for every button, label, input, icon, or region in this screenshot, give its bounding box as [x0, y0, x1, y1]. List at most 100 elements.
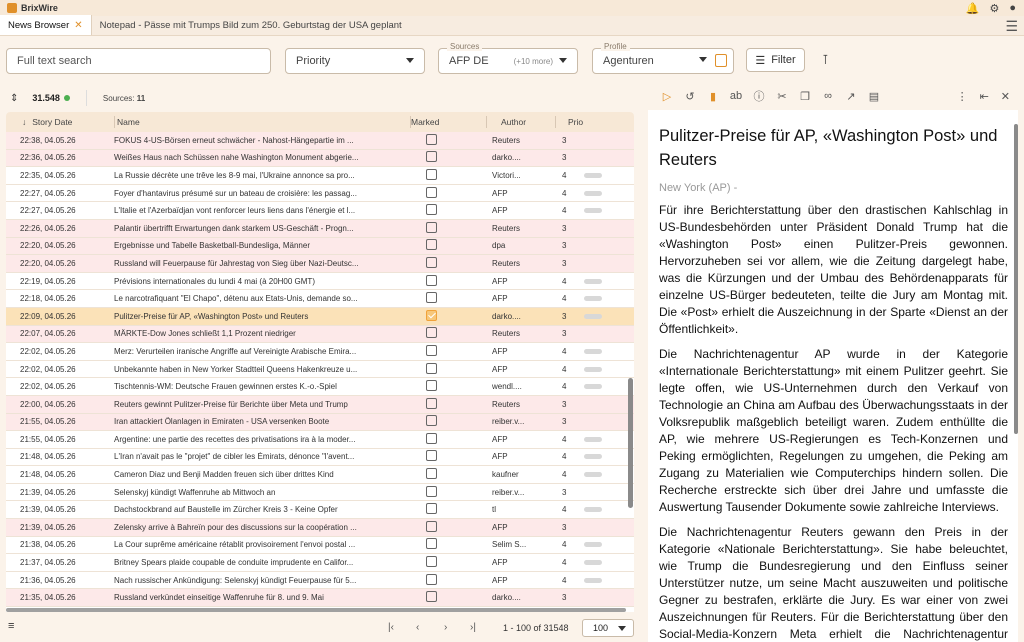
collapse-panel-icon[interactable]: ⇤: [980, 90, 989, 103]
column-name[interactable]: Name: [115, 112, 410, 132]
marked-checkbox[interactable]: [426, 274, 437, 286]
priority-select[interactable]: Priority: [285, 48, 425, 74]
marked-checkbox[interactable]: [426, 362, 437, 374]
table-row[interactable]: 21:39, 04.05.26 Zelensky arrive à Bahreïn…: [6, 519, 634, 537]
table-row[interactable]: 22:36, 04.05.26 Weißes Haus nach Schüssen…: [6, 149, 634, 168]
table-row[interactable]: 22:27, 04.05.26 L'Italie et l'Azerbaïdjan…: [6, 202, 634, 220]
table-row[interactable]: 21:48, 04.05.26 L'Iran n'avait pas le "pr…: [6, 449, 634, 467]
table-row[interactable]: 22:02, 04.05.26 Merz: Verurteilen iranisc…: [6, 343, 634, 361]
table-row[interactable]: 22:20, 04.05.26 Russland will Feuerpause …: [6, 255, 634, 273]
next-page-icon[interactable]: ›: [444, 622, 447, 633]
marked-checkbox[interactable]: [426, 309, 437, 321]
menu-toggle-icon[interactable]: ≡: [8, 620, 14, 632]
chevron-down-icon: [559, 58, 567, 63]
marked-checkbox[interactable]: [426, 556, 437, 568]
close-icon[interactable]: ✕: [1001, 90, 1010, 103]
marked-checkbox[interactable]: [426, 591, 437, 603]
cut-icon[interactable]: ✂: [775, 90, 789, 103]
table-row[interactable]: 22:18, 04.05.26 Le narcotrafiquant "El Ch…: [6, 290, 634, 308]
bookmark-icon[interactable]: ▮: [706, 90, 720, 103]
table-row[interactable]: 22:20, 04.05.26 Ergebnisse und Tabelle Ba…: [6, 237, 634, 256]
marked-checkbox[interactable]: [426, 344, 437, 356]
marked-checkbox[interactable]: [426, 503, 437, 515]
table-row[interactable]: 21:39, 04.05.26 Dachstockbrand auf Bauste…: [6, 501, 634, 520]
marked-checkbox[interactable]: [426, 327, 437, 339]
marked-checkbox[interactable]: [426, 133, 437, 145]
row-name: La Cour suprême américaine rétablit prov…: [114, 540, 356, 550]
more-vertical-icon[interactable]: ⋮: [957, 90, 968, 103]
table-row[interactable]: 22:07, 04.05.26 MÄRKTE-Dow Jones schließt…: [6, 325, 634, 344]
row-name: Iran attackiert Ölanlagen in Emiraten - …: [114, 417, 330, 427]
column-prio[interactable]: Prio: [556, 112, 596, 132]
table-row[interactable]: 22:02, 04.05.26 Tischtennis-WM: Deutsche …: [6, 378, 634, 396]
spellcheck-icon[interactable]: ab: [729, 90, 743, 102]
table-row[interactable]: 21:48, 04.05.26 Cameron Diaz und Benji Ma…: [6, 466, 634, 484]
last-page-icon[interactable]: ›|: [470, 622, 476, 633]
copy-icon[interactable]: ❐: [798, 90, 812, 103]
tab-news-browser[interactable]: News Browser ✕: [0, 15, 92, 35]
open-external-icon[interactable]: ↗: [844, 90, 858, 103]
article-scrollbar[interactable]: [1014, 124, 1018, 434]
row-marked: [416, 256, 492, 270]
table-row[interactable]: 22:27, 04.05.26 Foyer d'hantavirus présum…: [6, 185, 634, 203]
prev-page-icon[interactable]: ‹: [416, 622, 419, 633]
column-author[interactable]: Author: [487, 112, 555, 132]
play-icon[interactable]: ▷: [660, 90, 674, 103]
marked-checkbox[interactable]: [426, 468, 437, 480]
table-row[interactable]: 21:38, 04.05.26 La Cour suprême américain…: [6, 537, 634, 555]
table-row[interactable]: 22:00, 04.05.26 Reuters gewinnt Pulitzer-…: [6, 395, 634, 414]
marked-checkbox[interactable]: [426, 415, 437, 427]
layers-icon[interactable]: ☰: [1005, 18, 1018, 35]
marked-checkbox[interactable]: [426, 520, 437, 532]
marked-checkbox[interactable]: [426, 239, 437, 251]
table-horizontal-scrollbar[interactable]: [6, 608, 626, 612]
gear-icon[interactable]: ⚙: [989, 2, 999, 15]
sources-select[interactable]: Sources AFP DE (+10 more): [438, 42, 578, 74]
history-icon[interactable]: ↺: [683, 90, 697, 103]
marked-checkbox[interactable]: [426, 432, 437, 444]
table-scrollbar[interactable]: [628, 378, 633, 508]
table-row[interactable]: 21:36, 04.05.26 Nach russischer Ankündigu…: [6, 572, 634, 590]
account-icon[interactable]: ●: [1009, 2, 1016, 14]
table-row[interactable]: 21:55, 04.05.26 Argentine: une partie des…: [6, 431, 634, 449]
info-icon[interactable]: ⓘ: [752, 88, 766, 104]
marked-checkbox[interactable]: [426, 256, 437, 268]
marked-checkbox[interactable]: [426, 573, 437, 585]
marked-checkbox[interactable]: [426, 221, 437, 233]
column-marked[interactable]: Marked: [411, 112, 486, 132]
marked-checkbox[interactable]: [426, 204, 437, 216]
marked-checkbox[interactable]: [426, 151, 437, 163]
table-row[interactable]: 21:37, 04.05.26 Britney Spears plaide cou…: [6, 554, 634, 572]
table-row[interactable]: 22:19, 04.05.26 Prévisions internationale…: [6, 273, 634, 291]
table-row[interactable]: 22:26, 04.05.26 Palantir übertrifft Erwar…: [6, 219, 634, 238]
per-page-select[interactable]: 100: [582, 619, 634, 637]
table-row[interactable]: 22:38, 04.05.26 FOKUS 4-US-Börsen erneut …: [6, 132, 634, 150]
table-row[interactable]: 22:09, 04.05.26 Pulitzer-Preise für AP, «…: [6, 307, 634, 326]
table-row[interactable]: 21:55, 04.05.26 Iran attackiert Ölanlagen…: [6, 413, 634, 432]
marked-checkbox[interactable]: [426, 380, 437, 392]
marked-checkbox[interactable]: [426, 538, 437, 550]
clear-filter-icon[interactable]: ⊺: [822, 52, 829, 68]
table-row[interactable]: 22:02, 04.05.26 Unbekannte haben in New Y…: [6, 361, 634, 379]
table-row[interactable]: 21:35, 04.05.26 Russland verkündet einsei…: [6, 589, 634, 608]
table-row[interactable]: 21:39, 04.05.26 Selenskyj kündigt Waffenr…: [6, 484, 634, 502]
marked-checkbox[interactable]: [426, 397, 437, 409]
marked-checkbox[interactable]: [426, 186, 437, 198]
close-icon[interactable]: ✕: [74, 20, 82, 31]
marked-checkbox[interactable]: [426, 168, 437, 180]
table-row[interactable]: 22:35, 04.05.26 La Russie décrète une trê…: [6, 167, 634, 185]
profile-select[interactable]: Profile Agenturen: [592, 42, 734, 74]
save-profile-icon[interactable]: [715, 54, 727, 67]
tab-notepad[interactable]: Notepad - Pässe mit Trumps Bild zum 250.…: [92, 15, 410, 35]
filter-button[interactable]: ☰ Filter: [746, 48, 805, 72]
notes-icon[interactable]: ▤: [867, 90, 881, 103]
marked-checkbox[interactable]: [426, 450, 437, 462]
first-page-icon[interactable]: |‹: [388, 622, 394, 633]
column-story-date[interactable]: ↓ Story Date: [6, 112, 114, 132]
bell-icon[interactable]: 🔔: [966, 2, 980, 15]
collapse-icon[interactable]: ⇕: [10, 93, 18, 104]
link-icon[interactable]: ∞: [821, 90, 835, 102]
marked-checkbox[interactable]: [426, 485, 437, 497]
search-input[interactable]: Full text search: [6, 48, 271, 74]
marked-checkbox[interactable]: [426, 292, 437, 304]
